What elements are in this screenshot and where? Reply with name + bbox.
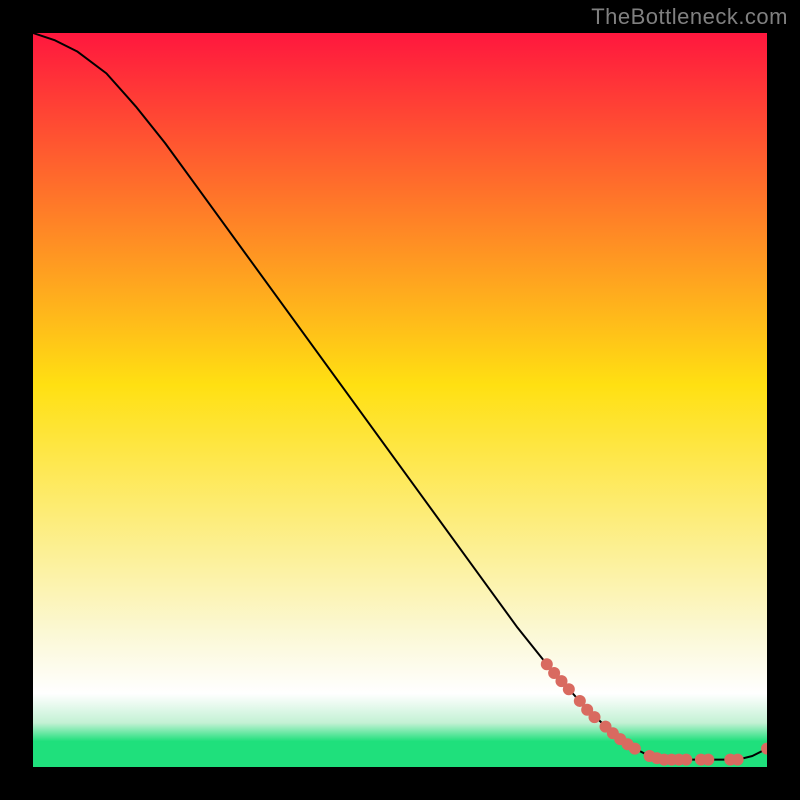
data-marker bbox=[732, 754, 744, 766]
watermark-text: TheBottleneck.com bbox=[591, 4, 788, 30]
gradient-background bbox=[33, 33, 767, 767]
data-marker bbox=[563, 683, 575, 695]
data-marker bbox=[680, 754, 692, 766]
plot-area bbox=[33, 33, 767, 767]
data-marker bbox=[702, 754, 714, 766]
chart-frame: TheBottleneck.com bbox=[0, 0, 800, 800]
data-marker bbox=[629, 743, 641, 755]
chart-canvas bbox=[33, 33, 767, 767]
data-marker bbox=[589, 711, 601, 723]
